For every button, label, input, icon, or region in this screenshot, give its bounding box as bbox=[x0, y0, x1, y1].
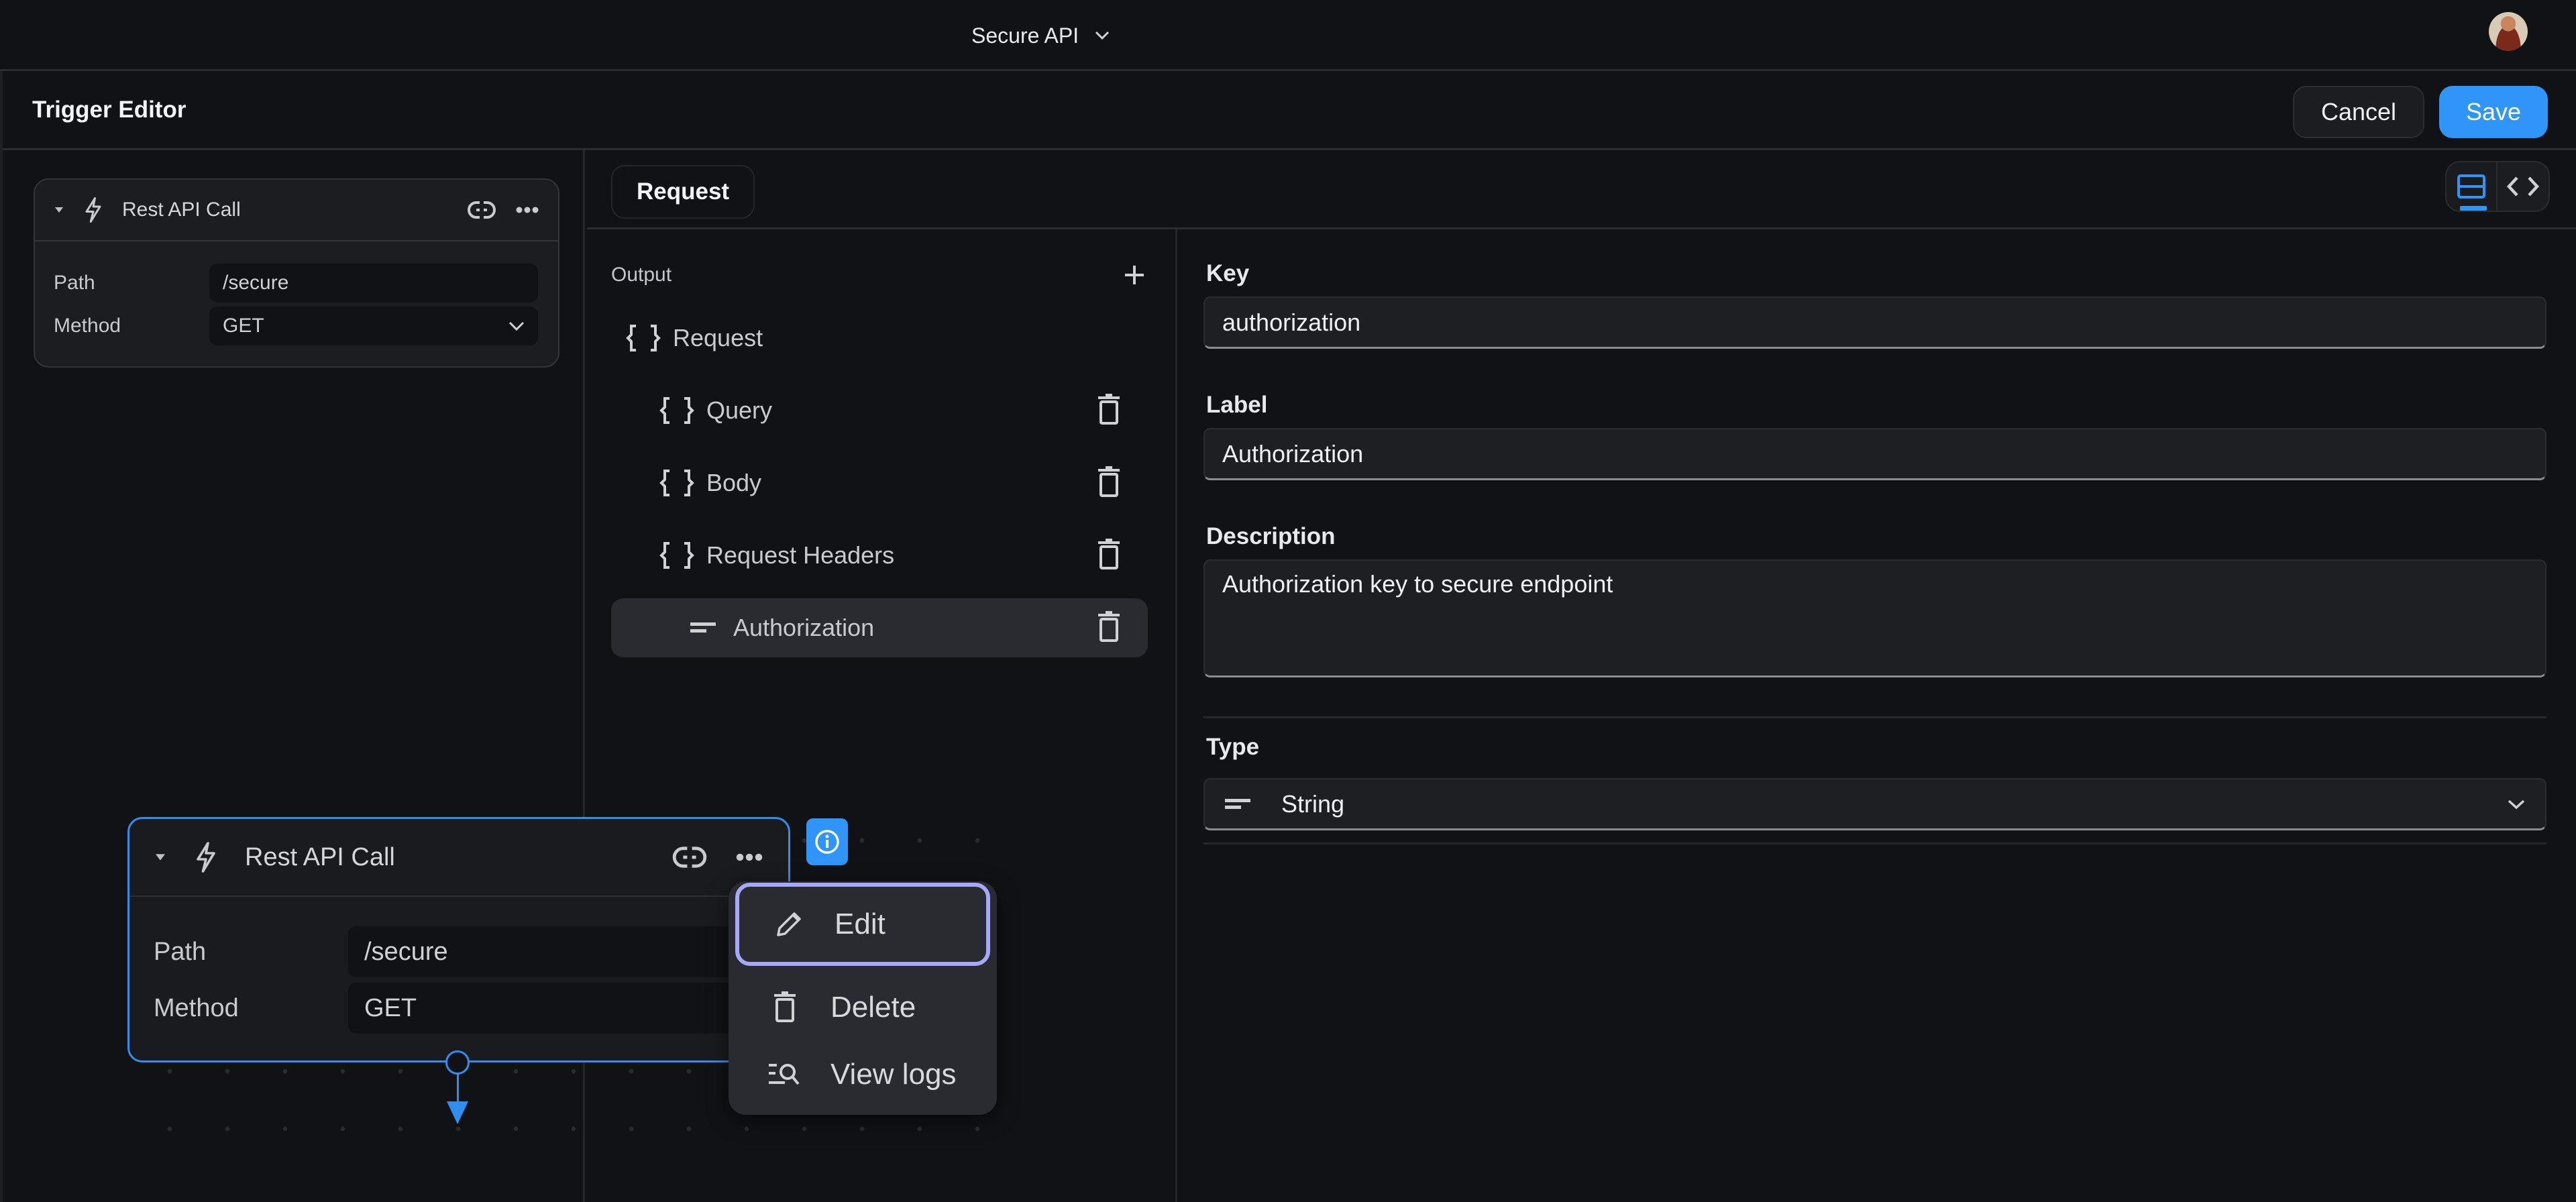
method-select[interactable]: GET bbox=[209, 307, 538, 345]
string-type-icon bbox=[685, 612, 722, 644]
method-value: GET bbox=[223, 315, 264, 337]
key-value: authorization bbox=[1222, 308, 1361, 336]
string-type-icon bbox=[1225, 798, 1252, 811]
view-toggle bbox=[2445, 161, 2550, 212]
chevron-down-icon bbox=[1095, 31, 1110, 40]
type-label: Type bbox=[1206, 734, 1260, 760]
label-value: Authorization bbox=[1222, 439, 1364, 468]
cancel-button[interactable]: Cancel bbox=[2293, 86, 2424, 138]
output-item-body[interactable]: Body bbox=[611, 453, 1148, 512]
node-title: Rest API Call bbox=[122, 199, 241, 221]
method-value: GET bbox=[364, 993, 417, 1022]
chevron-down-icon bbox=[2508, 799, 2525, 810]
trash-icon[interactable] bbox=[1095, 466, 1125, 500]
plus-icon[interactable] bbox=[1121, 262, 1148, 288]
code-view-icon bbox=[2506, 175, 2540, 198]
link-icon[interactable] bbox=[467, 200, 496, 220]
save-button[interactable]: Save bbox=[2439, 86, 2548, 138]
node-title: Rest API Call bbox=[245, 842, 395, 871]
code-view-button[interactable] bbox=[2498, 162, 2548, 211]
lightning-icon bbox=[83, 197, 103, 223]
output-item-authorization[interactable]: Authorization bbox=[611, 598, 1148, 657]
braces-icon bbox=[658, 394, 696, 427]
output-title: Output bbox=[611, 264, 672, 286]
method-field-row: Method GET bbox=[35, 305, 558, 347]
output-item-request[interactable]: Request bbox=[611, 309, 1148, 368]
tab-request[interactable]: Request bbox=[611, 165, 755, 219]
description-textarea[interactable]: Authorization key to secure endpoint bbox=[1203, 559, 2546, 677]
label-input[interactable]: Authorization bbox=[1203, 428, 2546, 480]
path-input[interactable]: /secure bbox=[209, 264, 538, 303]
type-value: String bbox=[1281, 789, 1345, 818]
method-label: Method bbox=[54, 315, 121, 337]
output-item-label: Body bbox=[706, 469, 762, 496]
description-value: Authorization key to secure endpoint bbox=[1222, 570, 1613, 598]
page-title: Trigger Editor bbox=[32, 97, 186, 123]
form-view-icon bbox=[2457, 174, 2486, 199]
key-input[interactable]: authorization bbox=[1203, 296, 2546, 349]
divider bbox=[1203, 716, 2546, 718]
method-label: Method bbox=[154, 993, 239, 1022]
chevron-down-icon bbox=[508, 321, 525, 331]
braces-icon bbox=[658, 467, 696, 499]
divider bbox=[1203, 842, 2546, 844]
more-icon[interactable] bbox=[515, 206, 539, 214]
output-item-label: Request bbox=[673, 324, 763, 351]
project-switcher[interactable]: Secure API bbox=[971, 19, 1110, 52]
editor-header: Trigger Editor Cancel Save bbox=[0, 71, 2576, 150]
trash-icon[interactable] bbox=[1095, 393, 1125, 428]
output-item-query[interactable]: Query bbox=[611, 381, 1148, 440]
output-item-label: Query bbox=[706, 396, 773, 424]
tabs-bar: Request bbox=[587, 150, 2576, 229]
avatar[interactable] bbox=[2489, 12, 2528, 51]
form-view-button[interactable] bbox=[2447, 162, 2498, 211]
path-label: Path bbox=[154, 937, 207, 966]
trigger-node-preview[interactable]: Rest API Call Path /secure Method GET bbox=[34, 178, 559, 368]
path-field-row: Path /secure bbox=[35, 262, 558, 305]
lightning-icon bbox=[194, 841, 218, 873]
key-label: Key bbox=[1206, 260, 1250, 286]
edge-arrow-icon bbox=[447, 1101, 468, 1124]
path-value: /secure bbox=[364, 937, 448, 966]
label-label: Label bbox=[1206, 392, 1268, 418]
path-value: /secure bbox=[223, 272, 289, 294]
output-item-request-headers[interactable]: Request Headers bbox=[611, 526, 1148, 585]
output-panel: Output Request Query Body Request Header… bbox=[587, 229, 1177, 1202]
caret-down-icon[interactable] bbox=[54, 206, 64, 214]
output-item-label: Request Headers bbox=[706, 541, 895, 569]
caret-down-icon[interactable] bbox=[154, 853, 167, 862]
trash-icon[interactable] bbox=[1095, 610, 1125, 645]
path-label: Path bbox=[54, 272, 95, 294]
braces-icon bbox=[658, 539, 696, 571]
output-header: Output bbox=[611, 262, 1148, 288]
field-editor-form: Key authorization Label Authorization De… bbox=[1179, 229, 2576, 1202]
node-output-handle[interactable] bbox=[445, 1050, 470, 1075]
trash-icon[interactable] bbox=[1095, 538, 1125, 573]
node-header: Rest API Call bbox=[35, 180, 558, 241]
top-bar: Secure API bbox=[0, 0, 2576, 71]
braces-icon bbox=[625, 322, 662, 354]
project-name: Secure API bbox=[971, 23, 1079, 48]
output-item-label: Authorization bbox=[733, 614, 875, 641]
type-select[interactable]: String bbox=[1203, 778, 2546, 830]
description-label: Description bbox=[1206, 523, 1336, 549]
